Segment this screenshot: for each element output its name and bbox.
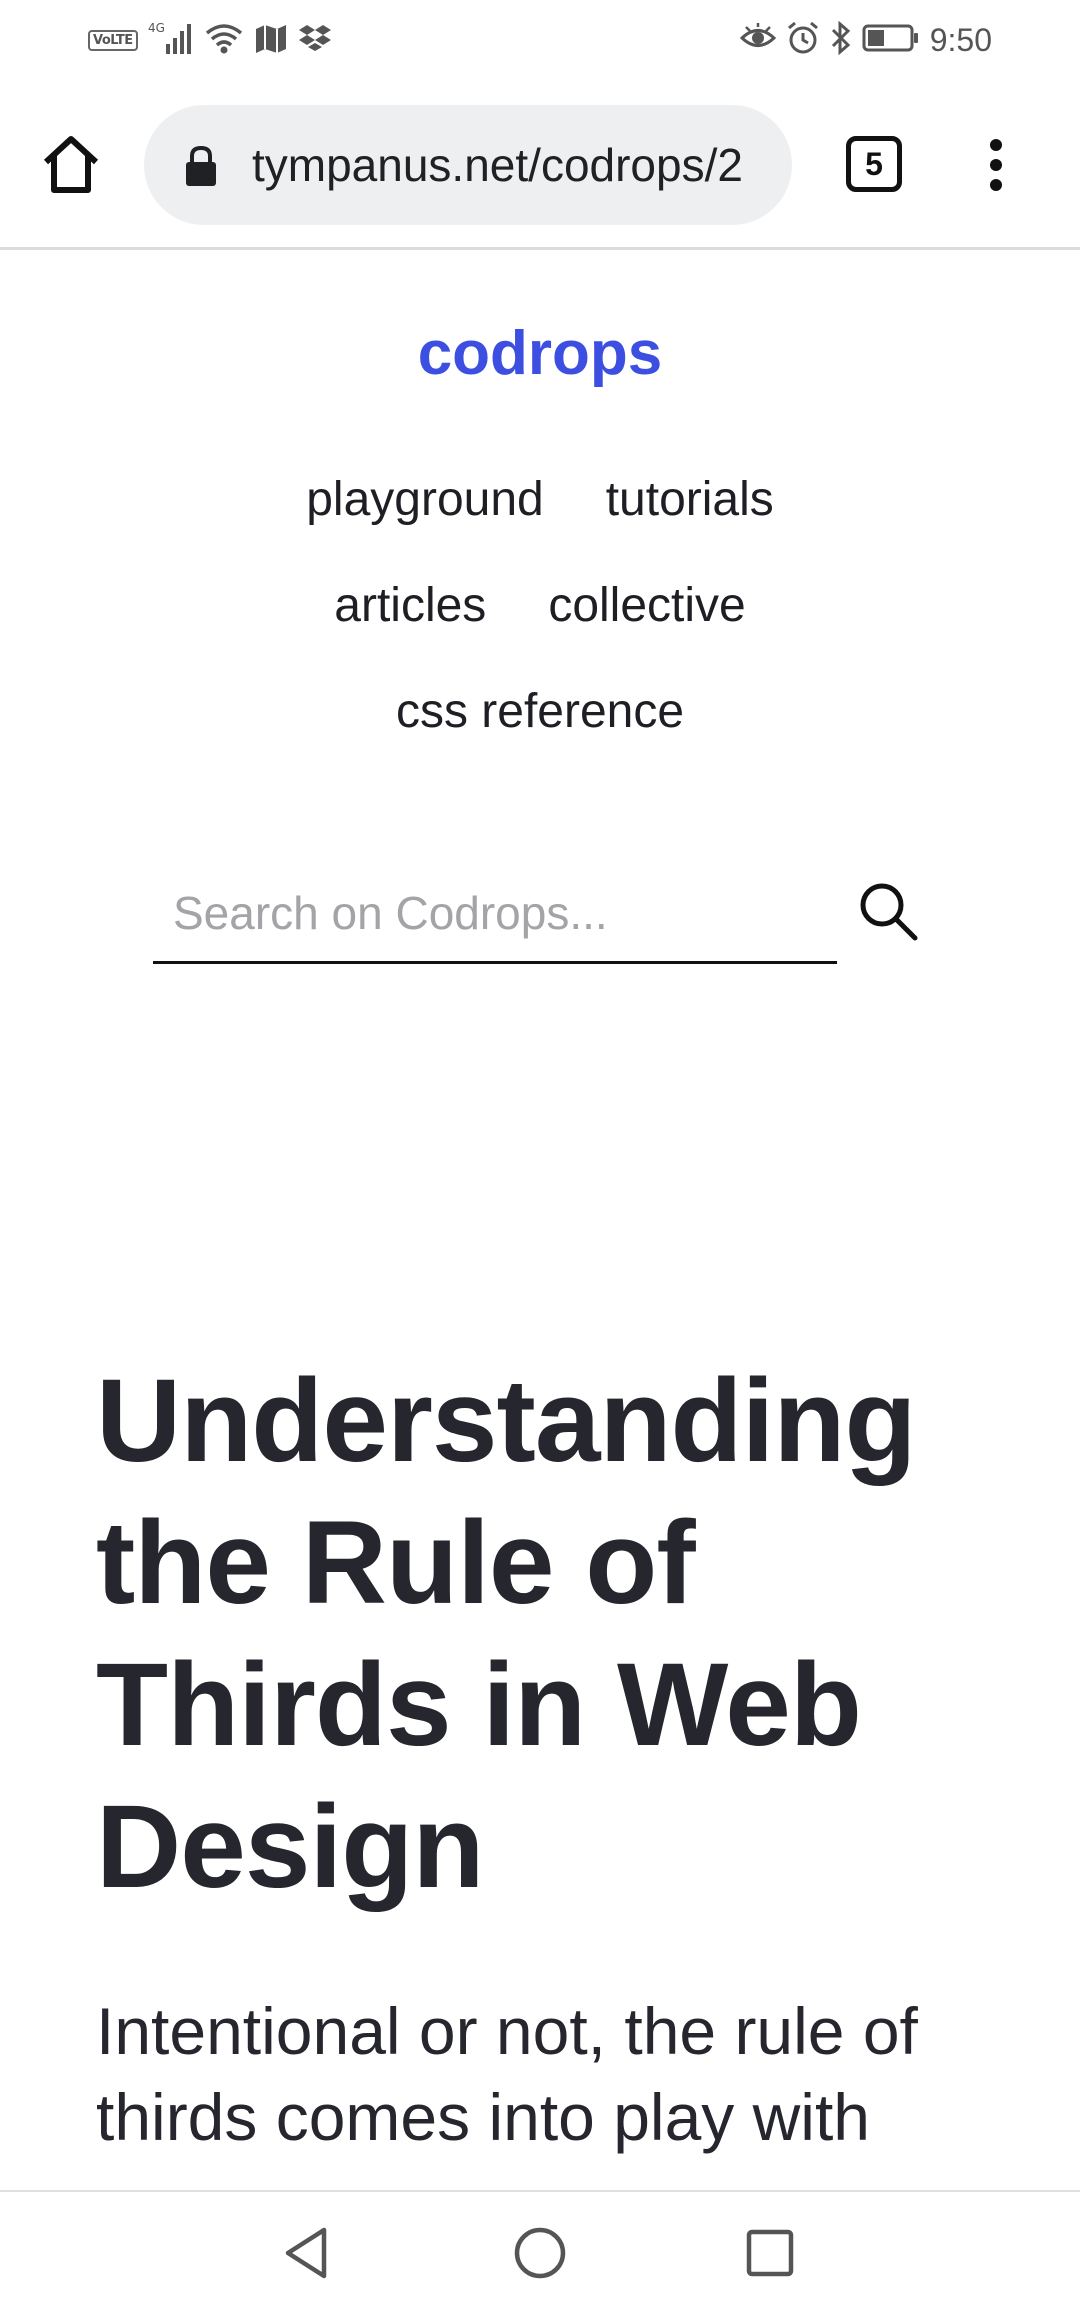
nav-link-collective[interactable]: collective bbox=[548, 578, 745, 633]
search-box bbox=[153, 868, 837, 964]
status-time: 9:50 bbox=[929, 21, 992, 58]
recent-apps-icon bbox=[746, 2229, 794, 2277]
site-nav-row: playground tutorials bbox=[0, 472, 1080, 527]
article-intro: Intentional or not, the rule of thirds c… bbox=[96, 1994, 918, 2154]
signal-icon: 4G bbox=[148, 20, 194, 61]
home-icon bbox=[43, 136, 99, 193]
article-title: Understanding the Rule of Thirds in Web … bbox=[96, 1355, 917, 1913]
volte-icon: VoLTE bbox=[88, 29, 138, 51]
system-nav-bar bbox=[0, 2190, 1080, 2312]
lock-icon bbox=[184, 145, 218, 187]
nav-link-css-reference[interactable]: css reference bbox=[396, 684, 684, 739]
address-bar[interactable]: tympanus.net/codrops/2 bbox=[144, 105, 792, 225]
wifi-icon bbox=[204, 21, 244, 60]
status-left-icons: VoLTE 4G bbox=[88, 20, 332, 60]
maps-icon bbox=[254, 23, 288, 58]
recent-apps-button[interactable] bbox=[735, 2218, 805, 2288]
screen: VoLTE 4G 9:50 tympanus.net/codrops/2 5 c… bbox=[0, 0, 1080, 2312]
nav-link-tutorials[interactable]: tutorials bbox=[606, 472, 774, 527]
site-logo[interactable]: codrops bbox=[0, 318, 1080, 389]
eye-comfort-icon bbox=[739, 22, 776, 58]
network-type: 4G bbox=[148, 21, 165, 35]
back-triangle-icon bbox=[285, 2227, 327, 2279]
more-options-button[interactable] bbox=[980, 138, 1012, 192]
search-input[interactable] bbox=[173, 868, 813, 958]
bluetooth-icon bbox=[830, 20, 852, 60]
browser-toolbar: tympanus.net/codrops/2 5 bbox=[0, 80, 1080, 250]
site-nav-row: css reference bbox=[0, 684, 1080, 739]
status-bar: VoLTE 4G 9:50 bbox=[0, 0, 1080, 80]
nav-link-playground[interactable]: playground bbox=[306, 472, 544, 527]
home-button[interactable] bbox=[38, 132, 104, 198]
alarm-icon bbox=[786, 21, 820, 60]
home-circle-button[interactable] bbox=[505, 2218, 575, 2288]
site-nav-row: articles collective bbox=[0, 578, 1080, 633]
nav-link-articles[interactable]: articles bbox=[334, 578, 486, 633]
battery-icon bbox=[862, 23, 920, 58]
dropbox-icon bbox=[298, 23, 332, 58]
status-right-icons: 9:50 bbox=[739, 20, 992, 60]
more-vert-icon bbox=[990, 139, 1002, 191]
home-circle-icon bbox=[514, 2227, 566, 2279]
url-text: tympanus.net/codrops/2 bbox=[252, 139, 743, 191]
back-button[interactable] bbox=[274, 2218, 344, 2288]
search-button[interactable] bbox=[855, 878, 921, 944]
tab-switcher-button[interactable]: 5 bbox=[846, 136, 902, 192]
search-icon bbox=[860, 883, 918, 941]
